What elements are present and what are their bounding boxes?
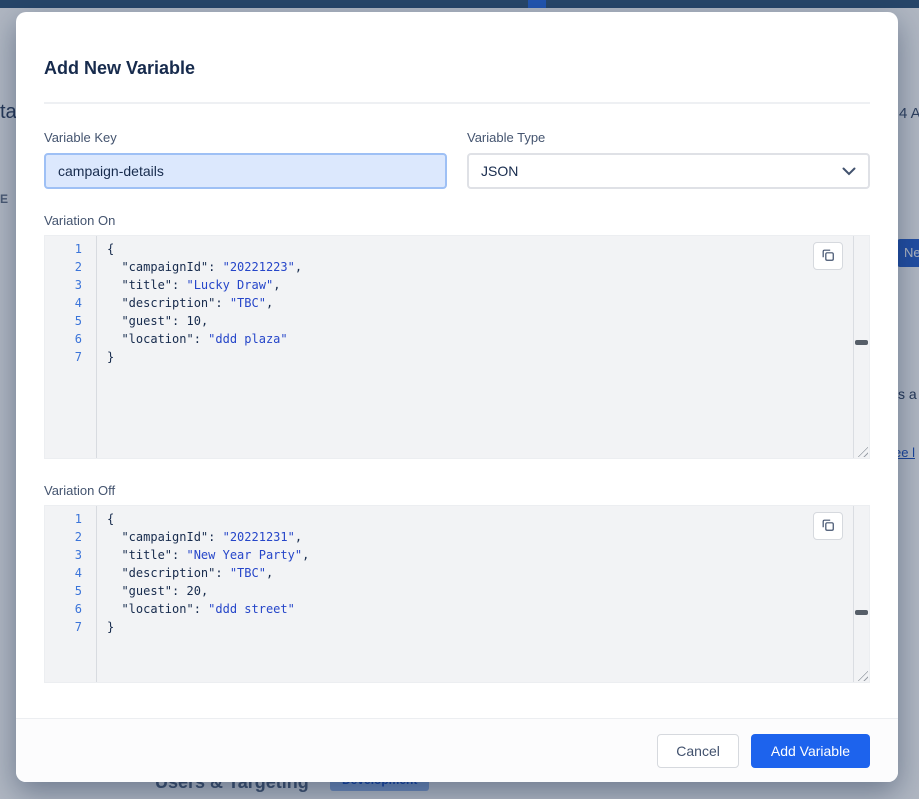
variation-off-label: Variation Off <box>44 483 870 498</box>
code-line[interactable]: "campaignId": "20221231", <box>107 528 869 546</box>
vertical-scrollbar[interactable] <box>853 506 869 682</box>
copy-button[interactable] <box>813 242 843 270</box>
code-area[interactable]: { "campaignId": "20221231", "title": "Ne… <box>97 506 869 682</box>
variation-on-editor[interactable]: 1234567 { "campaignId": "20221223", "tit… <box>44 235 870 459</box>
code-line[interactable]: "title": "New Year Party", <box>107 546 869 564</box>
code-line[interactable]: "guest": 10, <box>107 312 869 330</box>
line-number-gutter: 1234567 <box>45 236 97 458</box>
code-line[interactable]: "location": "ddd plaza" <box>107 330 869 348</box>
vertical-scrollbar[interactable] <box>853 236 869 458</box>
fields-row: Variable Key Variable Type JSON <box>16 104 898 189</box>
scrollbar-thumb[interactable] <box>855 340 868 345</box>
variable-type-value: JSON <box>481 163 518 179</box>
line-number: 2 <box>45 258 96 276</box>
variable-type-label: Variable Type <box>467 130 870 145</box>
line-number: 6 <box>45 600 96 618</box>
add-variable-button[interactable]: Add Variable <box>751 734 870 768</box>
copy-icon <box>821 248 835 265</box>
line-number: 7 <box>45 618 96 636</box>
variable-type-field: Variable Type JSON <box>467 130 870 189</box>
variable-key-field: Variable Key <box>44 130 447 189</box>
line-number: 2 <box>45 528 96 546</box>
code-area[interactable]: { "campaignId": "20221223", "title": "Lu… <box>97 236 869 458</box>
code-line[interactable]: "title": "Lucky Draw", <box>107 276 869 294</box>
variable-type-select[interactable]: JSON <box>467 153 870 189</box>
code-line[interactable]: { <box>107 240 869 258</box>
line-number: 1 <box>45 510 96 528</box>
code-line[interactable]: { <box>107 510 869 528</box>
code-line[interactable]: "description": "TBC", <box>107 294 869 312</box>
code-line[interactable]: } <box>107 618 869 636</box>
line-number: 5 <box>45 582 96 600</box>
modal-title: Add New Variable <box>44 58 870 79</box>
add-variable-modal: Add New Variable Variable Key Variable T… <box>16 12 898 782</box>
line-number: 5 <box>45 312 96 330</box>
modal-footer: Cancel Add Variable <box>16 718 898 782</box>
line-number: 3 <box>45 546 96 564</box>
line-number: 1 <box>45 240 96 258</box>
line-number: 6 <box>45 330 96 348</box>
variable-key-label: Variable Key <box>44 130 447 145</box>
code-line[interactable]: "guest": 20, <box>107 582 869 600</box>
variation-off-section: Variation Off 1234567 { "campaignId": "2… <box>16 459 898 683</box>
code-line[interactable]: "location": "ddd street" <box>107 600 869 618</box>
line-number-gutter: 1234567 <box>45 506 97 682</box>
chevron-down-icon <box>842 163 856 179</box>
line-number: 7 <box>45 348 96 366</box>
code-line[interactable]: "campaignId": "20221223", <box>107 258 869 276</box>
variable-key-input[interactable] <box>44 153 447 189</box>
modal-header: Add New Variable <box>16 12 898 79</box>
cancel-button[interactable]: Cancel <box>657 734 739 768</box>
copy-icon <box>821 518 835 535</box>
code-line[interactable]: } <box>107 348 869 366</box>
variation-on-label: Variation On <box>44 213 870 228</box>
variation-on-section: Variation On 1234567 { "campaignId": "20… <box>16 189 898 459</box>
variation-off-editor[interactable]: 1234567 { "campaignId": "20221231", "tit… <box>44 505 870 683</box>
copy-button[interactable] <box>813 512 843 540</box>
code-line[interactable]: "description": "TBC", <box>107 564 869 582</box>
line-number: 4 <box>45 564 96 582</box>
scrollbar-thumb[interactable] <box>855 610 868 615</box>
line-number: 4 <box>45 294 96 312</box>
line-number: 3 <box>45 276 96 294</box>
